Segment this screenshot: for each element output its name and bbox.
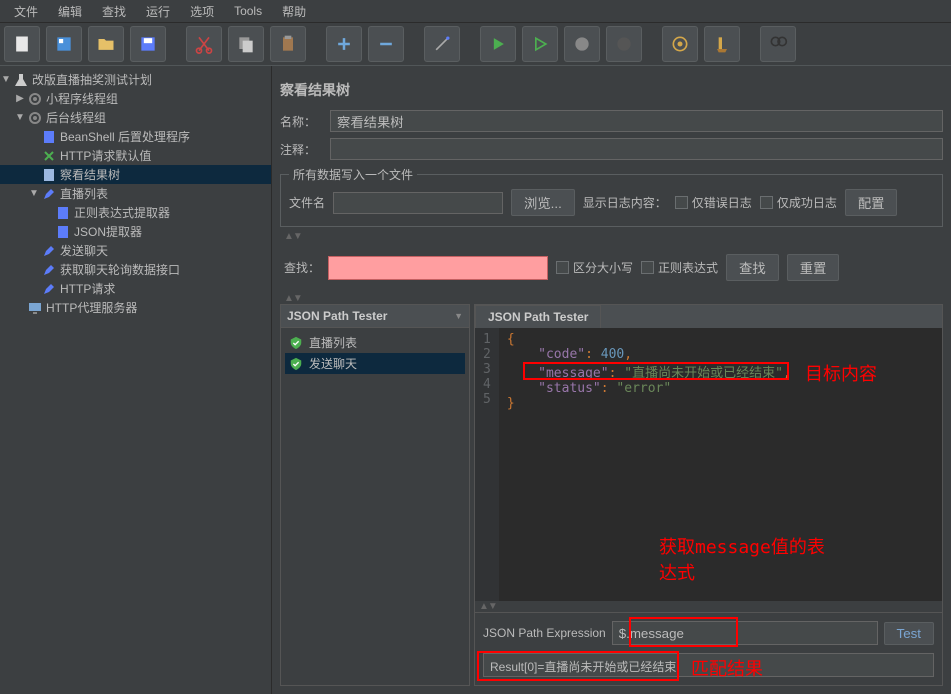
save-button[interactable] <box>130 26 166 62</box>
shield-success-icon <box>289 357 303 371</box>
menu-run[interactable]: 运行 <box>136 1 180 22</box>
expand-toggle[interactable]: ▶ <box>14 93 26 104</box>
doc-icon <box>54 224 72 240</box>
doc-blue-icon <box>40 167 58 183</box>
expand-toggle[interactable]: ▼ <box>14 112 26 123</box>
clear-button[interactable] <box>662 26 698 62</box>
search-button[interactable]: 查找 <box>726 254 779 281</box>
json-tester-panel: JSON Path Tester 12345 { "code": 400, "m… <box>474 304 943 686</box>
filename-label: 文件名 <box>289 194 325 211</box>
tree-item-thread-group-2[interactable]: ▼ 后台线程组 <box>0 108 271 127</box>
plus-button[interactable] <box>326 26 362 62</box>
shutdown-button[interactable] <box>606 26 642 62</box>
paste-button[interactable] <box>270 26 306 62</box>
response-code-area[interactable]: 12345 { "code": 400, "message": "直播尚未开始或… <box>475 328 942 601</box>
comment-input[interactable] <box>330 138 943 160</box>
success-only-checkbox[interactable]: 仅成功日志 <box>760 194 837 211</box>
shield-success-icon <box>289 336 303 350</box>
filename-input[interactable] <box>333 192 503 214</box>
case-sensitive-checkbox[interactable]: 区分大小写 <box>556 259 633 276</box>
pen-icon <box>40 186 58 202</box>
tree-item-send-chat[interactable]: 发送聊天 <box>0 241 271 260</box>
search-input[interactable] <box>328 256 548 280</box>
copy-button[interactable] <box>228 26 264 62</box>
tree-item-results-tree[interactable]: 察看结果树 <box>0 165 271 184</box>
tree-item-thread-group-1[interactable]: ▶ 小程序线程组 <box>0 89 271 108</box>
expand-toggle[interactable]: ▼ <box>28 188 40 199</box>
menubar: 文件 编辑 查找 运行 选项 Tools 帮助 <box>0 0 951 22</box>
pen-icon <box>40 243 58 259</box>
panel-title: 察看结果树 <box>280 74 943 110</box>
name-input[interactable] <box>330 110 943 132</box>
test-button[interactable]: Test <box>884 622 934 645</box>
tree-item-live-list[interactable]: ▼ 直播列表 <box>0 184 271 203</box>
render-dropdown[interactable]: JSON Path Tester ▼ <box>281 305 469 328</box>
regex-checkbox[interactable]: 正则表达式 <box>641 259 718 276</box>
config-button[interactable]: 配置 <box>845 189 898 216</box>
menu-file[interactable]: 文件 <box>4 1 48 22</box>
collapse-handle-1[interactable]: ▲▼ <box>280 231 943 242</box>
pin-icon <box>40 148 58 164</box>
pen-icon <box>40 281 58 297</box>
tree-item-http-request[interactable]: HTTP请求 <box>0 279 271 298</box>
file-output-fieldset: 所有数据写入一个文件 文件名 浏览... 显示日志内容： 仅错误日志 仅成功日志… <box>280 166 943 227</box>
annotation-target: 目标内容 <box>805 360 877 386</box>
template-button[interactable] <box>46 26 82 62</box>
content-panel: 察看结果树 名称： 注释： 所有数据写入一个文件 文件名 浏览... 显示日志内… <box>272 66 951 694</box>
gear-icon <box>26 110 44 126</box>
doc-icon <box>54 205 72 221</box>
tree-item-http-defaults[interactable]: HTTP请求默认值 <box>0 146 271 165</box>
tab-json-tester[interactable]: JSON Path Tester <box>475 305 601 328</box>
test-plan-tree[interactable]: ▼ 改版直播抽奖测试计划 ▶ 小程序线程组 ▼ 后台线程组 BeanShell … <box>0 66 272 694</box>
stop-button[interactable] <box>564 26 600 62</box>
minus-button[interactable] <box>368 26 404 62</box>
tree-item-json-extractor[interactable]: JSON提取器 <box>0 222 271 241</box>
menu-find[interactable]: 查找 <box>92 1 136 22</box>
search-button[interactable] <box>760 26 796 62</box>
chevron-down-icon: ▼ <box>454 311 463 321</box>
open-button[interactable] <box>88 26 124 62</box>
menu-help[interactable]: 帮助 <box>272 1 316 22</box>
collapse-handle-3[interactable]: ▲▼ <box>475 601 942 612</box>
name-label: 名称： <box>280 113 330 130</box>
comment-label: 注释： <box>280 141 330 158</box>
tree-item-http-proxy[interactable]: HTTP代理服务器 <box>0 298 271 317</box>
tree-item-get-chat-poll[interactable]: 获取聊天轮询数据接口 <box>0 260 271 279</box>
wand-button[interactable] <box>424 26 460 62</box>
toolbar <box>0 22 951 66</box>
menu-options[interactable]: 选项 <box>180 1 224 22</box>
collapse-handle-2[interactable]: ▲▼ <box>280 293 943 304</box>
monitor-icon <box>26 300 44 316</box>
menu-tools[interactable]: Tools <box>224 2 272 20</box>
result-item-live-list[interactable]: 直播列表 <box>285 332 465 353</box>
annotation-box-target <box>523 362 789 380</box>
new-doc-button[interactable] <box>4 26 40 62</box>
expand-toggle[interactable]: ▼ <box>0 74 12 85</box>
doc-icon <box>40 129 58 145</box>
result-item-send-chat[interactable]: 发送聊天 <box>285 353 465 374</box>
flask-icon <box>12 72 30 88</box>
cut-button[interactable] <box>186 26 222 62</box>
annotation-box-result <box>477 651 679 681</box>
expression-label: JSON Path Expression <box>483 626 606 640</box>
gear-icon <box>26 91 44 107</box>
tree-item-beanshell[interactable]: BeanShell 后置处理程序 <box>0 127 271 146</box>
browse-button[interactable]: 浏览... <box>511 189 575 216</box>
error-only-checkbox[interactable]: 仅错误日志 <box>675 194 752 211</box>
tree-root[interactable]: ▼ 改版直播抽奖测试计划 <box>0 70 271 89</box>
run-nopause-button[interactable] <box>522 26 558 62</box>
run-button[interactable] <box>480 26 516 62</box>
clear-all-button[interactable] <box>704 26 740 62</box>
tree-item-regex-extractor[interactable]: 正则表达式提取器 <box>0 203 271 222</box>
log-label: 显示日志内容： <box>583 194 667 211</box>
annotation-box-expr <box>629 617 738 647</box>
pen-icon <box>40 262 58 278</box>
reset-button[interactable]: 重置 <box>787 254 840 281</box>
results-list-panel: JSON Path Tester ▼ 直播列表 发送聊天 <box>280 304 470 686</box>
menu-edit[interactable]: 编辑 <box>48 1 92 22</box>
search-label: 查找： <box>284 259 320 276</box>
line-gutter: 12345 <box>475 328 499 601</box>
file-legend: 所有数据写入一个文件 <box>289 166 417 183</box>
